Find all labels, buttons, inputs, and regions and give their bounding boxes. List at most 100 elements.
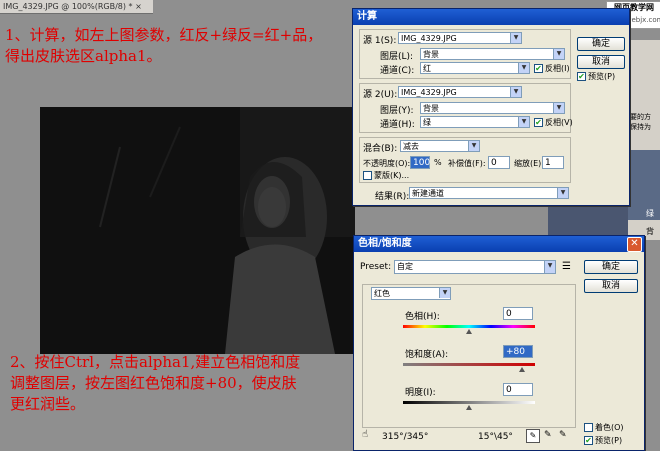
source2-channel: 绿 [423,118,431,127]
blending-group: 混合(B): 减去 ▼ 不透明度(O): 100 % 补偿值(F): 0 缩放(E… [359,137,571,183]
source2-invert-label: 反相(V) [545,118,573,127]
document-tab-title: IMG_4329.JPG @ 100%(RGB/8) * [3,2,133,11]
source2-group: 源 2(U): IMG_4329.JPG ▼ 图层(Y): 背景 ▼ 通道(H): … [359,83,573,133]
layer-name-green[interactable]: 绿 [646,208,654,219]
hue-slider-thumb[interactable] [466,329,472,334]
mask-checkbox[interactable] [363,171,372,180]
lightness-slider-thumb[interactable] [466,405,472,410]
eyedropper-plus-icon[interactable]: ✎ [544,430,552,440]
calc-ok-button[interactable]: 确定 [577,37,625,51]
calculations-dialog: 计算 源 1(S): IMG_4329.JPG ▼ 图层(L): 背景 ▼ 通道(C… [352,8,630,206]
annotation-step2-line3: 更红润些。 [10,395,86,413]
colorize-checkbox[interactable] [584,423,593,432]
saturation-slider-thumb[interactable] [518,367,525,372]
chevron-down-icon: ▼ [439,288,450,298]
source1-layer-label: 图层(L): [380,52,414,62]
chevron-down-icon: ▼ [468,141,479,151]
chevron-down-icon: ▼ [518,63,529,73]
calc-titlebar[interactable]: 计算 [353,9,629,25]
chevron-down-icon: ▼ [557,188,568,198]
offset-field[interactable]: 0 [488,156,510,169]
preset-value: 自定 [397,262,413,271]
source1-layer: 背景 [423,50,439,59]
source1-channel-label: 通道(C): [380,66,415,76]
hue-slider[interactable] [403,325,535,328]
hue-field[interactable]: 0 [503,307,533,320]
side-panel-text1: 要的方 [630,113,651,121]
result-value: 新建通道 [412,189,444,198]
eyedropper-icon[interactable]: ✎ [526,429,540,443]
colorize-label: 着色(O) [595,423,624,432]
opacity-percent: % [434,158,442,167]
saturation-field[interactable]: +80 [503,345,533,358]
calc-preview-checkbox[interactable]: ✔ [577,72,586,81]
blending-mode-select[interactable]: 减去 ▼ [400,140,480,152]
range-left: 315°/345° [382,432,429,442]
result-label: 结果(R): [375,192,410,202]
channel-select[interactable]: 红色 ▼ [371,287,451,300]
annotation-step1: 1、计算，如左上图参数，红反+绿反=红+品， 得出皮肤选区alpha1。 [5,25,322,67]
source2-channel-label: 通道(H): [380,120,415,130]
hue-label: 色相(H): [405,312,440,322]
chevron-down-icon: ▼ [518,117,529,127]
photo-image [40,107,355,354]
source2-channel-select[interactable]: 绿 ▼ [420,116,530,128]
source1-invert-checkbox[interactable]: ✔ [534,64,543,73]
source1-file: IMG_4329.JPG [401,34,457,43]
source1-group: 源 1(S): IMG_4329.JPG ▼ 图层(L): 背景 ▼ 通道(C): … [359,29,571,79]
hue-saturation-dialog: 色相/饱和度 ✕ Preset: 自定 ▼ ☰ 确定 取消 红色 ▼ 色相(H): … [353,235,645,451]
preset-select[interactable]: 自定 ▼ [394,260,556,274]
result-select[interactable]: 新建通道 ▼ [409,187,569,199]
calc-cancel-button[interactable]: 取消 [577,55,625,69]
eyedropper-minus-icon[interactable]: ✎ [559,430,567,440]
source1-layer-select[interactable]: 背景 ▼ [420,48,565,60]
hue-cancel-button[interactable]: 取消 [584,279,638,293]
annotation-step1-line2: 得出皮肤选区alpha1。 [5,47,162,65]
chevron-down-icon: ▼ [553,49,564,59]
range-right: 15°\45° [478,432,513,442]
chevron-down-icon: ▼ [510,87,521,97]
hue-titlebar[interactable]: 色相/饱和度 ✕ [354,236,644,252]
annotation-step2: 2、按住Ctrl，点击alpha1,建立色相饱和度 调整图层，按左图红色饱和度+… [10,352,300,415]
source1-channel: 红 [423,64,431,73]
side-panel-text2: 保持为 [630,123,651,131]
annotation-step2-line1: 2、按住Ctrl，点击alpha1,建立色相饱和度 [10,353,301,371]
hand-tool-icon[interactable]: ☝ [362,429,368,440]
source2-layer: 背景 [423,104,439,113]
source1-label: 源 1(S): [363,36,397,46]
close-icon[interactable]: ✕ [627,237,642,252]
source1-file-select[interactable]: IMG_4329.JPG ▼ [398,32,522,44]
layers-panel-fragment [548,200,628,240]
layer-name-bg[interactable]: 背 [646,226,654,237]
chevron-down-icon: ▼ [510,33,521,43]
photo-canvas [40,107,355,354]
preset-options-icon[interactable]: ☰ [562,261,571,272]
source2-file: IMG_4329.JPG [401,88,457,97]
lightness-slider[interactable] [403,401,535,404]
layers-strip [628,150,660,220]
blending-label: 混合(B): [363,144,398,154]
opacity-field[interactable]: 100 [410,156,430,169]
scale-field[interactable]: 1 [542,156,564,169]
annotation-step2-line2: 调整图层，按左图红色饱和度+80，使皮肤 [10,374,297,392]
lightness-label: 明度(I): [405,388,436,398]
source2-file-select[interactable]: IMG_4329.JPG ▼ [398,86,522,98]
hue-preview-label: 预览(P) [595,436,623,445]
source2-label: 源 2(U): [363,90,398,100]
hue-ok-button[interactable]: 确定 [584,260,638,274]
hue-title: 色相/饱和度 [358,238,412,249]
source1-invert-label: 反相(I) [545,64,570,73]
hue-preview-checkbox[interactable]: ✔ [584,436,593,445]
channel-value: 红色 [374,289,390,298]
close-icon[interactable]: × [135,2,142,11]
source1-channel-select[interactable]: 红 ▼ [420,62,530,74]
source2-layer-select[interactable]: 背景 ▼ [420,102,565,114]
document-tab[interactable]: IMG_4329.JPG @ 100%(RGB/8) * × [0,0,153,14]
source2-invert-checkbox[interactable]: ✔ [534,118,543,127]
chevron-down-icon: ▼ [544,261,555,273]
chevron-down-icon: ▼ [553,103,564,113]
source2-layer-label: 图层(Y): [380,106,414,116]
lightness-field[interactable]: 0 [503,383,533,396]
saturation-slider[interactable] [403,363,535,366]
blending-mode: 减去 [403,142,419,151]
